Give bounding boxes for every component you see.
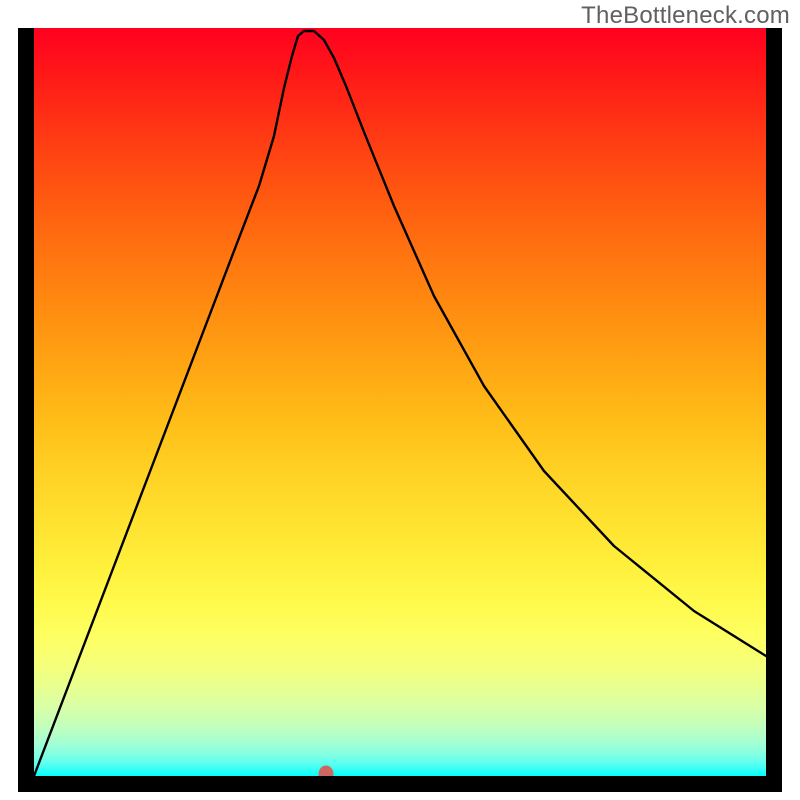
- watermark-text: TheBottleneck.com: [581, 2, 790, 30]
- bottleneck-curve: [34, 28, 766, 776]
- plot-area: [34, 28, 766, 776]
- chart-stage: TheBottleneck.com: [0, 0, 800, 800]
- chart-frame: [18, 28, 782, 792]
- curve-path: [34, 31, 766, 776]
- optimum-marker: [319, 766, 334, 777]
